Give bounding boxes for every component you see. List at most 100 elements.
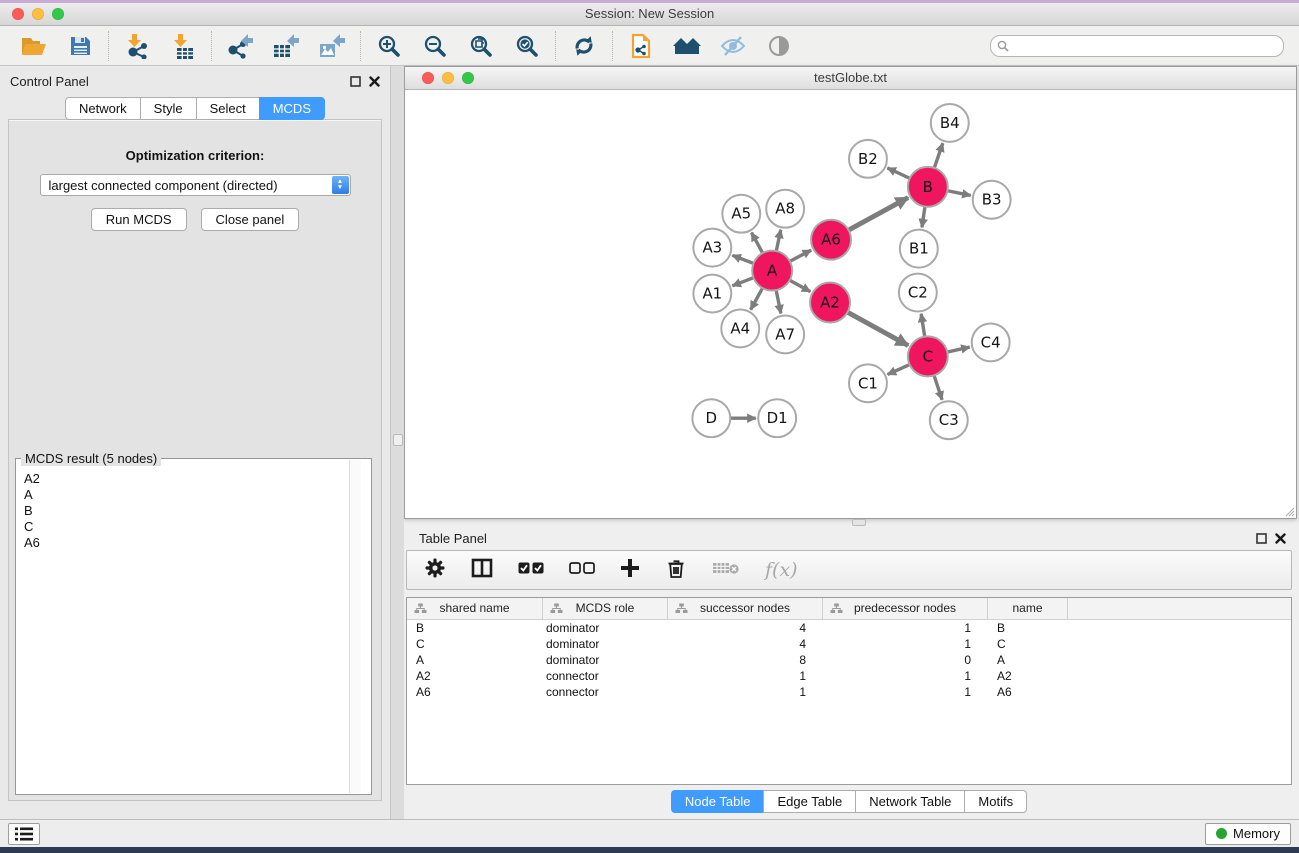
tab-node-table[interactable]: Node Table [671, 790, 764, 813]
tab-mcds[interactable]: MCDS [259, 97, 325, 120]
graph-node-A1[interactable]: A1 [693, 275, 731, 313]
mcds-tab-content: Optimization criterion: largest connecte… [8, 119, 382, 801]
import-network-icon[interactable] [122, 31, 152, 61]
search-input[interactable] [990, 35, 1284, 57]
zoom-in-icon[interactable] [374, 31, 404, 61]
table-mode-gear-icon[interactable] [424, 557, 446, 584]
graph-node-A8[interactable]: A8 [766, 190, 804, 228]
graph-node-A4[interactable]: A4 [721, 309, 759, 347]
tab-select[interactable]: Select [196, 97, 259, 120]
open-file-icon[interactable] [19, 31, 49, 61]
result-scrollbar[interactable] [349, 460, 361, 793]
close-panel-button[interactable]: Close panel [201, 208, 300, 231]
close-network-button[interactable] [422, 72, 434, 84]
graph-node-A2[interactable]: A2 [810, 283, 850, 323]
close-panel-icon[interactable] [369, 76, 380, 87]
column-header-predecessor-nodes[interactable]: predecessor nodes [823, 598, 988, 619]
zoom-network-button[interactable] [462, 72, 474, 84]
network-graph[interactable]: B4 B2 B B3 A8A5 A6 A3 B1 A A1 C2 A2 A4A7 C4 C C1 C3 D D1 [405, 90, 1296, 518]
import-table-icon[interactable] [168, 31, 198, 61]
tab-network[interactable]: Network [65, 97, 140, 120]
column-header-successor-nodes[interactable]: successor nodes [668, 598, 823, 619]
export-table-icon[interactable] [271, 31, 301, 61]
deselect-all-icon[interactable] [569, 561, 595, 579]
table-cell: A2 [407, 668, 543, 684]
select-all-icon[interactable] [518, 561, 544, 579]
task-list-icon [14, 826, 34, 842]
graph-node-B2[interactable]: B2 [849, 140, 887, 178]
save-session-icon[interactable] [65, 31, 95, 61]
status-bar: Memory [0, 819, 1299, 847]
graph-node-B[interactable]: B [908, 167, 948, 207]
tab-network-table[interactable]: Network Table [855, 790, 964, 813]
graph-node-C[interactable]: C [908, 336, 948, 376]
table-cell: connector [543, 668, 668, 684]
graph-node-B4[interactable]: B4 [931, 104, 969, 142]
float-panel-icon[interactable] [350, 76, 361, 87]
graph-node-C1[interactable]: C1 [849, 364, 887, 402]
mcds-result-title: MCDS result (5 nodes) [21, 451, 161, 466]
close-table-panel-icon[interactable] [1275, 533, 1286, 544]
export-image-icon[interactable] [317, 31, 347, 61]
delete-column-icon[interactable] [665, 557, 687, 584]
graph-node-C3[interactable]: C3 [930, 401, 968, 439]
tab-motifs[interactable]: Motifs [964, 790, 1027, 813]
graph-node-D[interactable]: D [692, 399, 730, 437]
mcds-result-item[interactable]: B [24, 503, 363, 519]
svg-text:B1: B1 [909, 240, 929, 258]
memory-button[interactable]: Memory [1205, 823, 1291, 845]
table-cell: 0 [823, 652, 988, 668]
table-row[interactable]: A6connector11A6 [407, 684, 1291, 700]
apply-layout-icon[interactable] [569, 31, 599, 61]
zoom-selected-icon[interactable] [512, 31, 542, 61]
mcds-result-item[interactable]: C [24, 519, 363, 535]
delete-table-icon[interactable] [712, 560, 740, 581]
run-mcds-button[interactable]: Run MCDS [91, 208, 187, 231]
graph-node-A[interactable]: A [752, 251, 792, 291]
function-builder-icon[interactable]: f(x) [765, 559, 798, 581]
column-header-shared-name[interactable]: shared name [407, 598, 543, 619]
mcds-result-list[interactable]: A2ABCA6 [16, 459, 371, 551]
zoom-window-button[interactable] [52, 8, 64, 20]
resize-grip-icon[interactable] [1283, 505, 1295, 517]
zoom-fit-icon[interactable] [466, 31, 496, 61]
graph-node-B3[interactable]: B3 [973, 181, 1011, 219]
table-row[interactable]: Cdominator41C [407, 636, 1291, 652]
mcds-result-item[interactable]: A [24, 487, 363, 503]
minimize-network-button[interactable] [442, 72, 454, 84]
graph-node-B1[interactable]: B1 [900, 230, 938, 268]
table-row[interactable]: A2connector11A2 [407, 668, 1291, 684]
graph-node-C4[interactable]: C4 [972, 323, 1010, 361]
graph-node-A3[interactable]: A3 [693, 229, 731, 267]
app-window: Session: New Session [0, 3, 1299, 847]
table-row[interactable]: Bdominator41B [407, 620, 1291, 636]
table-row[interactable]: Adominator80A [407, 652, 1291, 668]
show-columns-icon[interactable] [471, 557, 493, 584]
create-column-icon[interactable] [620, 558, 640, 583]
control-panel-tabs: NetworkStyleSelectMCDS [0, 97, 390, 120]
column-header-name[interactable]: name [988, 598, 1068, 619]
hide-graphics-details-icon[interactable] [718, 31, 748, 61]
column-header-mcds-role[interactable]: MCDS role [543, 598, 668, 619]
clone-network-icon[interactable] [626, 31, 656, 61]
tab-style[interactable]: Style [140, 97, 196, 120]
zoom-out-icon[interactable] [420, 31, 450, 61]
mcds-result-item[interactable]: A2 [24, 471, 363, 487]
home-view-icon[interactable] [672, 31, 702, 61]
graph-node-A7[interactable]: A7 [766, 315, 804, 353]
show-graphics-details-icon[interactable] [764, 31, 794, 61]
graph-node-A6[interactable]: A6 [811, 220, 851, 260]
mcds-result-item[interactable]: A6 [24, 535, 363, 551]
float-table-panel-icon[interactable] [1256, 533, 1267, 544]
export-network-icon[interactable] [225, 31, 255, 61]
minimize-window-button[interactable] [32, 8, 44, 20]
tab-edge-table[interactable]: Edge Table [763, 790, 855, 813]
close-window-button[interactable] [12, 8, 24, 20]
vertical-splitter[interactable] [390, 66, 404, 819]
task-history-button[interactable] [8, 823, 40, 845]
graph-node-A5[interactable]: A5 [722, 195, 760, 233]
network-canvas[interactable]: B4 B2 B B3 A8A5 A6 A3 B1 A A1 C2 A2 A4A7 C4 C C1 C3 D D1 [405, 90, 1296, 518]
graph-node-C2[interactable]: C2 [899, 274, 937, 312]
criterion-dropdown[interactable]: largest connected component (directed) ▲… [40, 174, 351, 196]
graph-node-D1[interactable]: D1 [758, 399, 796, 437]
